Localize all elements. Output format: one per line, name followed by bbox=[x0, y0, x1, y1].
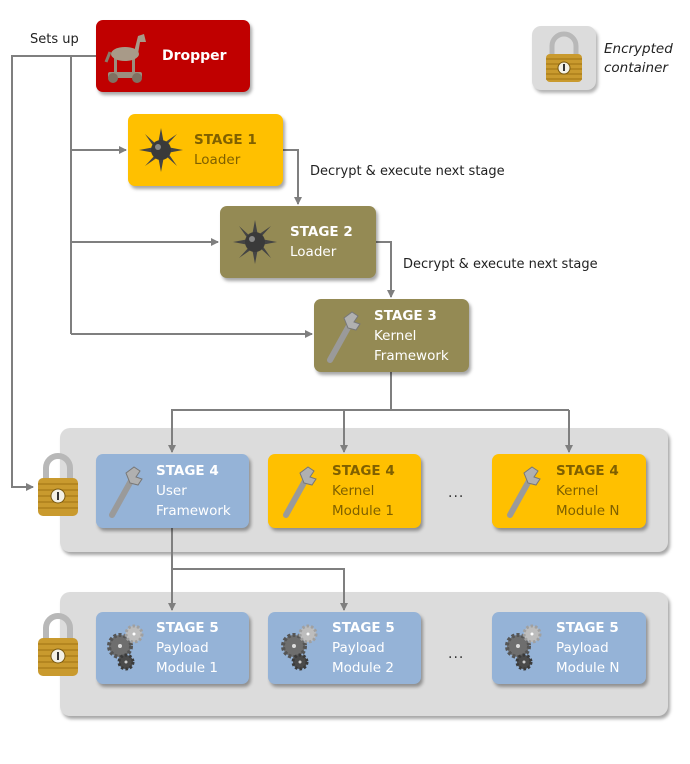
stage3-line2: Framework bbox=[374, 347, 449, 364]
stage3-title: STAGE 3 bbox=[374, 307, 437, 324]
arrow-stage1-stage2 bbox=[283, 149, 302, 205]
stage4-user-framework-node: STAGE 4 User Framework bbox=[96, 454, 249, 528]
stage3-node: STAGE 3 Kernel Framework bbox=[314, 299, 469, 372]
stage5-p1-line2: Module 1 bbox=[156, 660, 218, 676]
decrypt-label-2: Decrypt & execute next stage bbox=[403, 257, 598, 272]
wrench-icon bbox=[109, 466, 143, 518]
stage4-k1-line1: Kernel bbox=[332, 483, 375, 499]
stage4-kn-title: STAGE 4 bbox=[556, 463, 619, 479]
stage5-pn-title: STAGE 5 bbox=[556, 620, 619, 636]
stage5-payload-module-n-node: STAGE 5 Payload Module N bbox=[492, 612, 646, 684]
stage4-user-line2: Framework bbox=[156, 503, 231, 519]
stage4-kernel-module-1-node: STAGE 4 Kernel Module 1 bbox=[268, 454, 421, 528]
stage1-node: STAGE 1 Loader bbox=[128, 114, 283, 186]
stage5-p1-title: STAGE 5 bbox=[156, 620, 219, 636]
stage1-line1: Loader bbox=[194, 152, 241, 168]
legend-text-line2: container bbox=[604, 60, 668, 76]
stage5-pn-line1: Payload bbox=[556, 640, 609, 656]
trojan-horse-icon bbox=[104, 34, 146, 83]
stage2-line1: Loader bbox=[290, 244, 337, 260]
sets-up-label: Sets up bbox=[30, 32, 79, 47]
dropper-title: Dropper bbox=[162, 48, 227, 64]
stage4-ellipsis: ... bbox=[448, 485, 465, 501]
gears-icon bbox=[281, 624, 318, 671]
stage4-k1-title: STAGE 4 bbox=[332, 463, 395, 479]
stage5-p2-line1: Payload bbox=[332, 640, 385, 656]
stage3-line1: Kernel bbox=[374, 327, 417, 344]
stage5-padlock-icon bbox=[38, 613, 78, 676]
stage4-kernel-module-n-node: STAGE 4 Kernel Module N bbox=[492, 454, 646, 528]
stage5-ellipsis: ... bbox=[448, 646, 465, 662]
stage4-padlock-icon bbox=[38, 453, 78, 516]
arrow-stage2-stage3 bbox=[376, 241, 395, 298]
stage4-k1-line2: Module 1 bbox=[332, 503, 394, 519]
wrench-icon bbox=[507, 466, 541, 518]
legend-text-line1: Encrypted bbox=[604, 41, 673, 57]
spiked-mine-icon bbox=[139, 128, 183, 172]
decrypt-label-1: Decrypt & execute next stage bbox=[310, 164, 505, 179]
stage5-payload-module-1-node: STAGE 5 Payload Module 1 bbox=[96, 612, 249, 684]
legend-padlock-box bbox=[532, 26, 596, 90]
padlock-icon bbox=[546, 31, 582, 82]
stage1-title: STAGE 1 bbox=[194, 132, 257, 148]
stage4-user-title: STAGE 4 bbox=[156, 463, 219, 479]
stage4-kn-line2: Module N bbox=[556, 503, 620, 519]
stage5-p2-line2: Module 2 bbox=[332, 660, 394, 676]
stage5-pn-line2: Module N bbox=[556, 660, 620, 676]
wrench-icon bbox=[283, 466, 317, 518]
wrench-icon bbox=[327, 310, 361, 363]
stage4-kn-line1: Kernel bbox=[556, 483, 599, 499]
stage4-user-line1: User bbox=[156, 483, 187, 499]
gears-icon bbox=[107, 624, 144, 671]
gears-icon bbox=[505, 624, 542, 671]
sets-up-line bbox=[11, 55, 96, 491]
stage5-payload-module-2-node: STAGE 5 Payload Module 2 bbox=[268, 612, 421, 684]
stage2-node: STAGE 2 Loader bbox=[220, 206, 376, 278]
spiked-mine-icon bbox=[233, 220, 277, 264]
stage5-p1-line1: Payload bbox=[156, 640, 209, 656]
stage2-title: STAGE 2 bbox=[290, 224, 353, 240]
dropper-node: Dropper bbox=[96, 20, 250, 92]
legend: Encrypted container bbox=[532, 26, 690, 92]
stage5-p2-title: STAGE 5 bbox=[332, 620, 395, 636]
